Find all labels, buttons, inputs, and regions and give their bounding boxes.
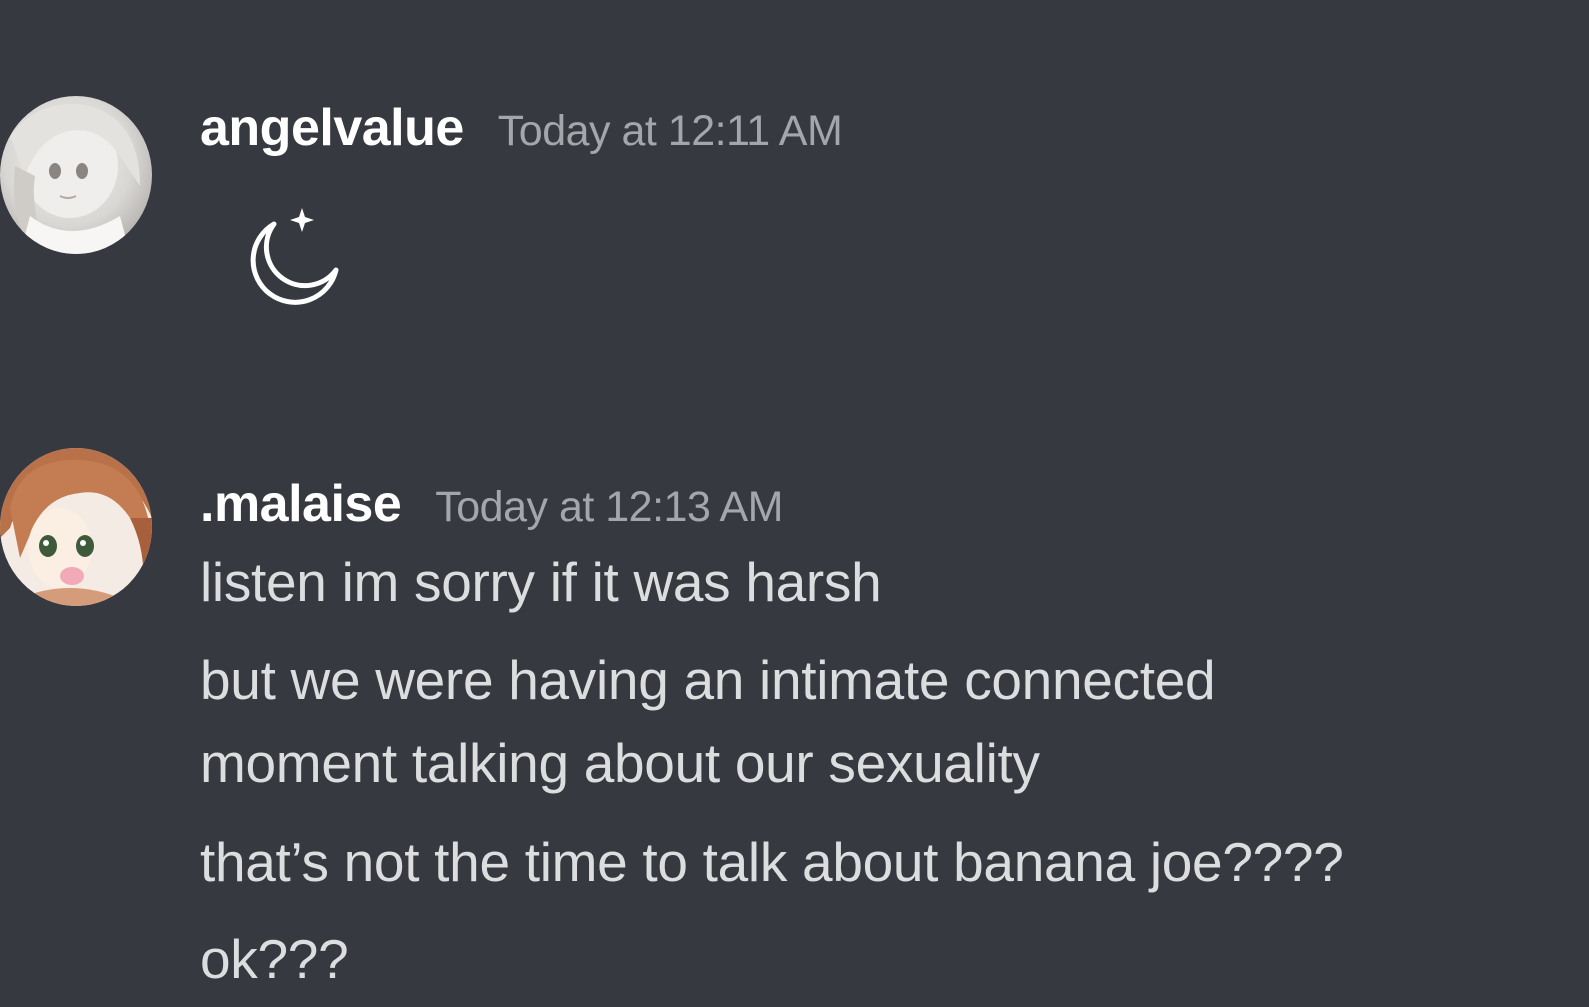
message-header: .malaise Today at 12:13 AM bbox=[200, 474, 783, 534]
crescent-moon-star-icon bbox=[236, 204, 344, 312]
chat-message-list: angelvalue Today at 12:11 AM .malaise To… bbox=[0, 0, 1589, 1007]
message-text: but we were having an intimate connected bbox=[200, 649, 1216, 711]
message-header: angelvalue Today at 12:11 AM bbox=[200, 98, 843, 158]
message-text: listen im sorry if it was harsh bbox=[200, 551, 882, 613]
anime-avatar-white-hair-icon bbox=[0, 96, 152, 254]
username[interactable]: .malaise bbox=[200, 474, 402, 534]
message-group: angelvalue Today at 12:11 AM bbox=[0, 96, 1589, 326]
username[interactable]: angelvalue bbox=[200, 98, 464, 158]
message-text: ok??? bbox=[200, 928, 349, 990]
anime-avatar-brown-hair-icon bbox=[0, 448, 152, 606]
avatar[interactable] bbox=[0, 96, 152, 254]
message-text: that’s not the time to talk about banana… bbox=[200, 831, 1344, 893]
timestamp[interactable]: Today at 12:13 AM bbox=[435, 483, 783, 532]
message-text: moment talking about our sexuality bbox=[200, 732, 1040, 794]
timestamp[interactable]: Today at 12:11 AM bbox=[498, 107, 843, 156]
message-group: .malaise Today at 12:13 AM listen im sor… bbox=[0, 448, 1589, 1007]
avatar[interactable] bbox=[0, 448, 152, 606]
